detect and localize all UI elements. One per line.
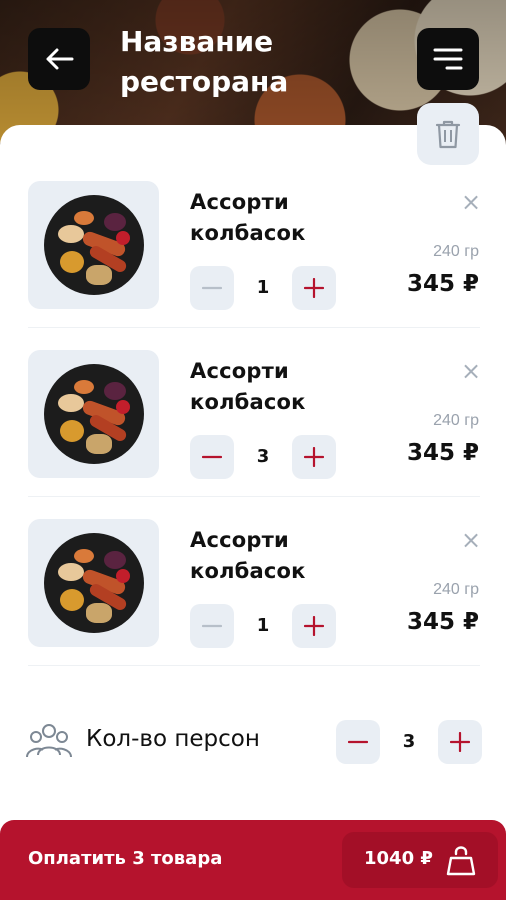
item-quantity: 1 [256, 277, 270, 298]
item-name-line-1: Ассорти [190, 359, 289, 383]
cart-item: Ассорти колбасок × 240 гр 1 345 ₽ [0, 181, 506, 349]
item-name-line-1: Ассорти [190, 190, 289, 214]
item-divider [28, 327, 480, 328]
remove-item-icon[interactable]: × [458, 358, 484, 384]
item-quantity: 3 [256, 446, 270, 467]
page-title: Название ресторана [120, 22, 360, 102]
decrease-persons-button[interactable] [336, 720, 380, 764]
checkout-bar[interactable]: Оплатить 3 товара 1040 ₽ [0, 820, 506, 900]
persons-count: 3 [402, 731, 416, 752]
clear-cart-button[interactable] [417, 103, 479, 165]
item-name: Ассорти колбасок [190, 187, 350, 249]
plus-icon [304, 447, 324, 467]
item-weight: 240 гр [433, 581, 479, 598]
remove-item-icon[interactable]: × [458, 527, 484, 553]
title-line-1: Название [120, 25, 274, 58]
minus-icon [202, 286, 222, 290]
food-plate-image [43, 195, 144, 295]
food-plate-image [43, 364, 144, 464]
food-plate-image [43, 533, 144, 633]
item-divider [28, 665, 480, 666]
item-name: Ассорти колбасок [190, 525, 350, 587]
decrease-quantity-button[interactable] [190, 435, 234, 479]
plus-icon [304, 278, 324, 298]
minus-icon [348, 740, 368, 744]
item-image [28, 350, 159, 478]
item-image [28, 181, 159, 309]
increase-quantity-button[interactable] [292, 604, 336, 648]
item-image [28, 519, 159, 647]
checkout-total: 1040 ₽ [364, 848, 433, 869]
plus-icon [304, 616, 324, 636]
cart-item: Ассорти колбасок × 240 гр 3 345 ₽ [0, 350, 506, 518]
minus-icon [202, 624, 222, 628]
increase-quantity-button[interactable] [292, 435, 336, 479]
persons-row: Кол-во персон 3 [0, 718, 506, 768]
minus-icon [202, 455, 222, 459]
item-weight: 240 гр [433, 243, 479, 260]
menu-icon [433, 48, 463, 70]
decrease-quantity-button[interactable] [190, 266, 234, 310]
checkout-total-button[interactable]: 1040 ₽ [342, 832, 498, 888]
item-price: 345 ₽ [406, 609, 479, 635]
item-name-line-2: колбасок [190, 221, 306, 245]
item-name-line-1: Ассорти [190, 528, 289, 552]
item-name-line-2: колбасок [190, 559, 306, 583]
plus-icon [450, 732, 470, 752]
item-price: 345 ₽ [406, 440, 479, 466]
decrease-quantity-button[interactable] [190, 604, 234, 648]
increase-persons-button[interactable] [438, 720, 482, 764]
item-divider [28, 496, 480, 497]
item-weight: 240 гр [433, 412, 479, 429]
increase-quantity-button[interactable] [292, 266, 336, 310]
checkout-label: Оплатить 3 товара [28, 848, 223, 869]
trash-icon [435, 120, 461, 149]
arrow-left-icon [46, 48, 74, 70]
people-icon [26, 724, 72, 758]
item-name-line-2: колбасок [190, 390, 306, 414]
item-name: Ассорти колбасок [190, 356, 350, 418]
menu-button[interactable] [417, 28, 479, 90]
shopping-bag-icon [446, 846, 476, 876]
remove-item-icon[interactable]: × [458, 189, 484, 215]
title-line-2: ресторана [120, 65, 289, 98]
item-price: 345 ₽ [406, 271, 479, 297]
persons-label: Кол-во персон [86, 726, 260, 752]
item-quantity: 1 [256, 615, 270, 636]
cart-item: Ассорти колбасок × 240 гр 1 345 ₽ [0, 519, 506, 687]
back-button[interactable] [28, 28, 90, 90]
